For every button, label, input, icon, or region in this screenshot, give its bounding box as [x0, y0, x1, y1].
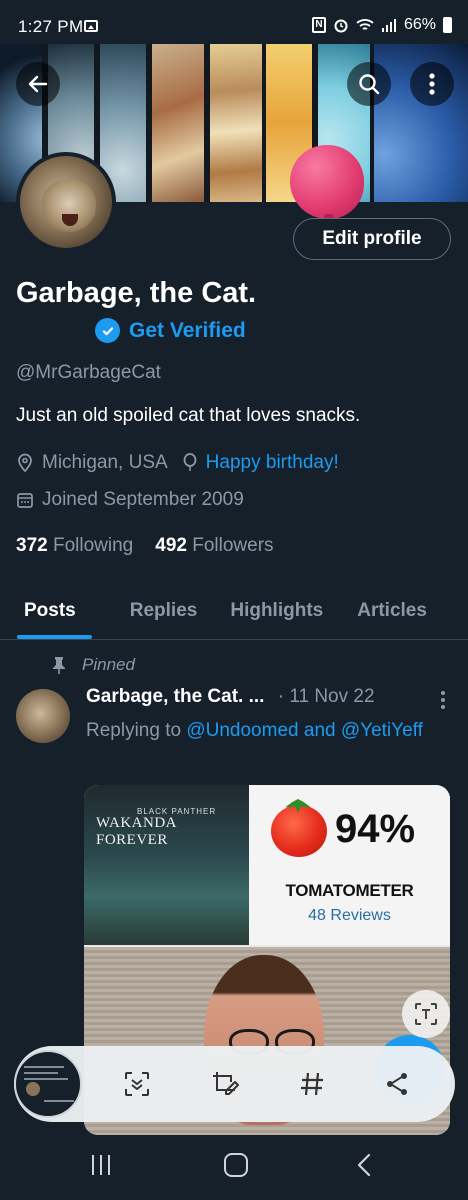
pinned-label: Pinned — [82, 655, 135, 674]
mention-yetiyeff[interactable]: @YetiYeff — [341, 720, 423, 741]
pinned-indicator: Pinned — [52, 655, 135, 675]
battery-icon — [443, 17, 452, 33]
replying-to-label: Replying to — [86, 720, 182, 741]
location-text: Michigan, USA — [42, 452, 168, 473]
balloon-icon — [182, 453, 198, 473]
replying-to: Replying to @Undoomed and @YetiYeff — [86, 716, 426, 745]
edit-profile-button[interactable]: Edit profile — [293, 218, 451, 260]
gallery-notification-icon — [84, 20, 98, 32]
scroll-capture-icon — [125, 1072, 149, 1096]
recents-button[interactable] — [92, 1155, 110, 1175]
wifi-icon — [356, 18, 374, 30]
status-icons: N 66% — [311, 16, 452, 34]
status-bar: 1:27 PM N 66% — [0, 0, 468, 44]
active-tab-indicator — [17, 635, 92, 639]
meta-row-location: Michigan, USA Happy birthday! — [16, 452, 339, 474]
post-author-name[interactable]: Garbage, the Cat. ... — [86, 686, 264, 707]
screenshot-toolbar — [14, 1046, 455, 1122]
profile-bio: Just an old spoiled cat that loves snack… — [16, 405, 361, 426]
verified-row[interactable]: Get Verified — [95, 318, 246, 343]
text-extract-button[interactable] — [402, 990, 450, 1038]
poster-title: WAKANDA FOREVER — [96, 815, 177, 848]
tomatometer-score: 94% — [335, 807, 416, 851]
tab-posts[interactable]: Posts — [17, 583, 92, 639]
back-button[interactable] — [16, 62, 60, 106]
home-button[interactable] — [224, 1153, 248, 1177]
tomato-icon — [271, 805, 327, 857]
get-verified-link[interactable]: Get Verified — [129, 319, 246, 343]
following-link[interactable]: 372 Following — [16, 535, 133, 557]
tab-highlights[interactable]: Highlights — [230, 583, 323, 639]
joined-date: Joined September 2009 — [42, 489, 244, 510]
location-pin-icon — [16, 453, 34, 473]
followers-label: Followers — [192, 535, 274, 556]
scroll-capture-button[interactable] — [118, 1065, 156, 1103]
reviews-count: 48 Reviews — [308, 907, 391, 924]
status-time: 1:27 PM — [18, 17, 84, 36]
hashtag-button[interactable] — [293, 1065, 331, 1103]
birthday-link[interactable]: Happy birthday! — [206, 452, 339, 474]
tab-posts-label: Posts — [24, 600, 76, 621]
search-button[interactable] — [347, 62, 391, 106]
profile-avatar[interactable] — [16, 152, 116, 252]
pin-icon — [53, 657, 65, 674]
calendar-icon — [16, 491, 34, 509]
more-vertical-icon — [441, 691, 445, 709]
post-more-button[interactable] — [440, 690, 446, 715]
mention-undoomed[interactable]: @Undoomed — [186, 720, 298, 741]
rotten-tomatoes-panel: 94% TOMATOMETER 48 Reviews — [249, 785, 450, 945]
followers-link[interactable]: 492 Followers — [155, 535, 273, 557]
more-vertical-icon — [429, 73, 435, 95]
display-name: Garbage, the Cat. — [16, 277, 257, 309]
nfc-icon: N — [311, 17, 326, 33]
mention-and: and — [303, 720, 336, 741]
meta-row-joined: Joined September 2009 — [16, 489, 244, 511]
crop-edit-button[interactable] — [206, 1065, 244, 1103]
profile-tabs: Posts Replies Highlights Articles — [0, 583, 468, 640]
text-scan-icon — [415, 1003, 437, 1025]
verified-badge-icon — [95, 318, 120, 343]
back-arrow-icon — [28, 75, 48, 93]
share-icon — [387, 1073, 407, 1095]
tab-replies[interactable]: Replies — [130, 583, 198, 639]
profile-handle: @MrGarbageCat — [16, 362, 161, 383]
tomatometer-label: TOMATOMETER — [285, 881, 414, 900]
screenshot-thumbnail[interactable] — [14, 1050, 82, 1118]
alarm-icon — [334, 19, 348, 33]
hashtag-icon — [301, 1072, 323, 1096]
movie-poster: BLACK PANTHER WAKANDA FOREVER — [84, 785, 249, 945]
signal-icon — [381, 18, 396, 32]
following-count: 372 — [16, 535, 48, 556]
share-button[interactable] — [378, 1065, 416, 1103]
search-icon — [359, 74, 380, 95]
battery-percent: 66% — [403, 16, 436, 33]
followers-count: 492 — [155, 535, 187, 556]
post-author-avatar[interactable] — [16, 689, 70, 743]
following-label: Following — [52, 535, 134, 556]
nav-back-button[interactable] — [355, 1152, 373, 1178]
post-date[interactable]: · 11 Nov 22 — [278, 686, 375, 707]
birthday-balloon-icon — [290, 145, 364, 219]
tab-articles[interactable]: Articles — [357, 583, 427, 639]
more-options-button[interactable] — [410, 62, 454, 106]
follow-stats: 372 Following 492 Followers — [16, 535, 274, 557]
crop-edit-icon — [213, 1072, 239, 1095]
system-navigation-bar — [0, 1135, 468, 1200]
post-header: Garbage, the Cat. ... · 11 Nov 22 — [86, 686, 451, 708]
